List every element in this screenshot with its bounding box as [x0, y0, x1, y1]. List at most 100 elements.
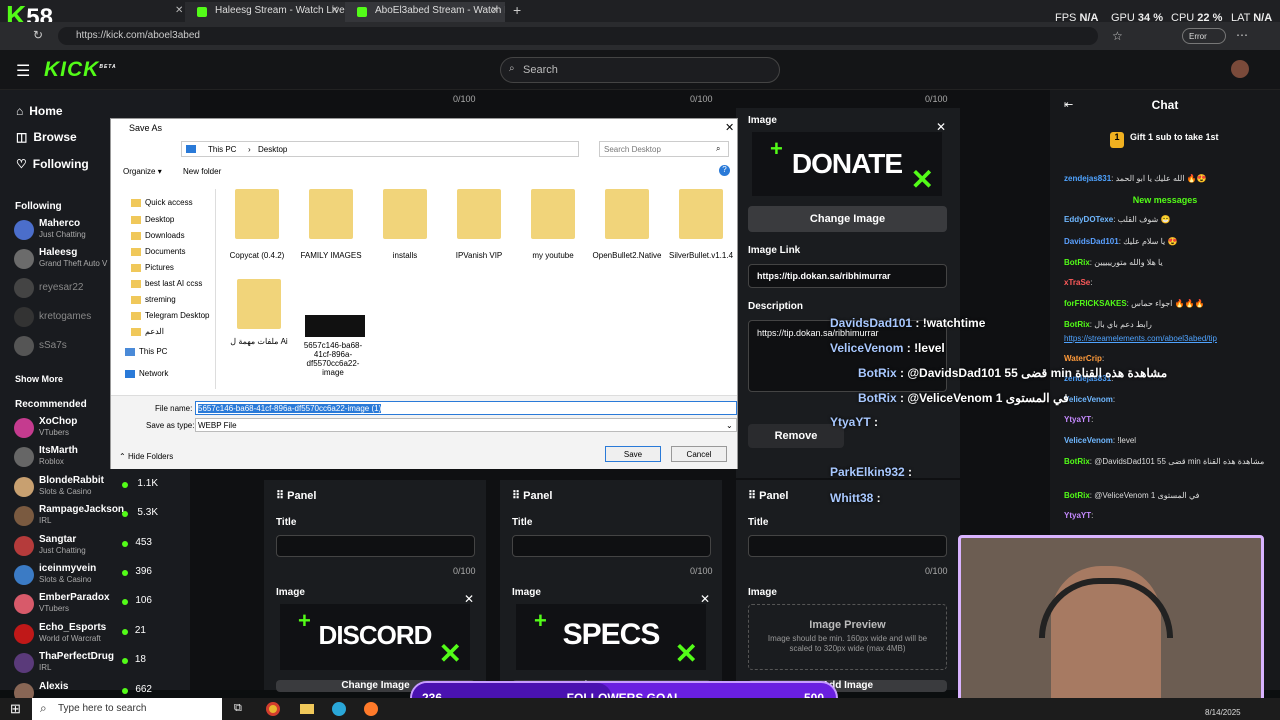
- gift-sub-banner[interactable]: 1 Gift 1 sub to take 1st: [1110, 132, 1270, 150]
- remove-image-close-icon[interactable]: ✕: [464, 592, 474, 606]
- file-label[interactable]: FAMILY IMAGES: [296, 251, 366, 260]
- file-label[interactable]: my youtube: [518, 251, 588, 260]
- search-input[interactable]: ⌕ Search: [500, 57, 780, 83]
- remove-image-close-icon[interactable]: ✕: [936, 120, 946, 134]
- panel-drag-handle[interactable]: ⠿ Panel: [276, 489, 316, 502]
- folder-icon[interactable]: [679, 189, 723, 239]
- chat-username[interactable]: xTraSe: [1064, 278, 1090, 287]
- folder-icon[interactable]: [237, 279, 281, 329]
- save-button[interactable]: Save: [605, 446, 661, 462]
- tab-aboel3abed[interactable]: AboEl3abed Stream - Watch Live✕: [345, 2, 505, 22]
- address-input[interactable]: https://kick.com/aboel3abed: [58, 27, 1098, 45]
- chrome-icon[interactable]: [266, 702, 280, 716]
- file-label[interactable]: ملفات مهمة ل Ai: [224, 337, 294, 346]
- nav-home[interactable]: ⌂ Home: [16, 104, 63, 118]
- nav-tree-item[interactable]: Network: [125, 369, 168, 378]
- remove-image-close-icon[interactable]: ✕: [700, 592, 710, 606]
- sidebar-recommended-item[interactable]: RampageJackson IRL 5.3K: [14, 503, 184, 529]
- nav-tree-item[interactable]: Pictures: [131, 263, 174, 272]
- edge-icon[interactable]: [332, 702, 346, 716]
- firefox-icon[interactable]: [364, 702, 378, 716]
- organize-menu[interactable]: Organize ▾: [123, 167, 162, 176]
- hide-folders-toggle[interactable]: ⌃ Hide Folders: [119, 452, 173, 461]
- nav-tree-item[interactable]: best last AI ccss: [131, 279, 202, 288]
- breadcrumb-this-pc[interactable]: This PC: [208, 145, 236, 154]
- cancel-button[interactable]: Cancel: [671, 446, 727, 462]
- tab-close-icon[interactable]: ✕: [331, 5, 339, 16]
- description-textarea[interactable]: https://tip.dokan.sa/ribhimurrar: [748, 320, 947, 392]
- chat-username[interactable]: BotRix: [1064, 491, 1090, 500]
- file-label[interactable]: 5657c146-ba68-41cf-896a-df5570cc6a22-ima…: [298, 341, 368, 377]
- taskbar-search-input[interactable]: ⌕ Type here to search: [32, 698, 222, 720]
- image-file-thumbnail[interactable]: [305, 315, 365, 337]
- menu-dots-icon[interactable]: ⋯: [1236, 28, 1248, 42]
- chat-username[interactable]: zendejas831: [1064, 174, 1111, 183]
- folder-icon[interactable]: [235, 189, 279, 239]
- title-input[interactable]: [512, 535, 711, 557]
- chat-username[interactable]: WaterCrip: [1064, 354, 1102, 363]
- sidebar-recommended-item[interactable]: BlondeRabbit Slots & Casino 1.1K: [14, 474, 184, 500]
- new-folder-button[interactable]: New folder: [183, 167, 221, 176]
- nav-tree-item[interactable]: Documents: [131, 247, 185, 256]
- error-badge[interactable]: Error: [1182, 28, 1226, 44]
- folder-icon[interactable]: [531, 189, 575, 239]
- nav-tree-item[interactable]: Quick access: [131, 198, 193, 207]
- file-label[interactable]: IPVanish VIP: [444, 251, 514, 260]
- help-icon[interactable]: ?: [719, 165, 730, 176]
- chat-username[interactable]: BotRix: [1064, 320, 1090, 329]
- folder-icon[interactable]: [605, 189, 649, 239]
- file-name-input[interactable]: 5657c146-ba68-41cf-896a-df5570cc6a22-ima…: [195, 401, 737, 415]
- search-desktop-input[interactable]: Search Desktop ⌕: [599, 141, 729, 157]
- change-image-button[interactable]: Change Image: [748, 206, 947, 232]
- folder-icon[interactable]: [309, 189, 353, 239]
- show-more-link[interactable]: Show More: [15, 374, 63, 384]
- file-explorer-icon[interactable]: [300, 704, 314, 714]
- tab-haleesg[interactable]: Haleesg Stream - Watch Live on K✕: [185, 2, 345, 22]
- sidebar-recommended-item[interactable]: iceinmyvein Slots & Casino 396: [14, 562, 184, 588]
- file-label[interactable]: OpenBullet2.Native: [592, 251, 662, 260]
- nav-tree-item[interactable]: This PC: [125, 347, 167, 356]
- nav-tree-item[interactable]: Telegram Desktop: [131, 311, 209, 320]
- panel-drag-handle[interactable]: ⠿ Panel: [512, 489, 552, 502]
- image-link-input[interactable]: https://tip.dokan.sa/ribhimurrar: [748, 264, 947, 288]
- file-label[interactable]: installs: [370, 251, 440, 260]
- hamburger-icon[interactable]: ☰: [16, 61, 30, 81]
- sidebar-recommended-item[interactable]: EmberParadox VTubers 106: [14, 591, 184, 617]
- chat-username[interactable]: forFRICKSAKES: [1064, 299, 1127, 308]
- chat-username[interactable]: BotRix: [1064, 457, 1090, 466]
- sidebar-recommended-item[interactable]: Echo_Esports World of Warcraft 21: [14, 621, 184, 647]
- panel-drag-handle[interactable]: ⠿ Panel: [748, 489, 788, 502]
- nav-tree-item[interactable]: الدعم: [131, 327, 164, 336]
- file-label[interactable]: Copycat (0.4.2): [222, 251, 292, 260]
- star-icon[interactable]: ☆: [1112, 29, 1123, 43]
- image-preview-dropzone[interactable]: Image Preview Image should be min. 160px…: [748, 604, 947, 670]
- nav-tree-item[interactable]: streming: [131, 295, 176, 304]
- nav-following[interactable]: ♡ Following: [16, 157, 89, 171]
- save-as-type-select[interactable]: WEBP File ⌄: [195, 418, 737, 432]
- breadcrumb[interactable]: This PC › Desktop: [181, 141, 579, 157]
- dialog-close-button[interactable]: ✕: [725, 121, 734, 134]
- chat-username[interactable]: YtyaYT: [1064, 511, 1091, 520]
- chat-username[interactable]: BotRix: [1064, 258, 1090, 267]
- avatar[interactable]: [1231, 60, 1249, 78]
- new-tab-button[interactable]: +: [513, 2, 521, 18]
- nav-browse[interactable]: ◫ Browse: [16, 130, 77, 144]
- chat-username[interactable]: EddyDOTexe: [1064, 215, 1113, 224]
- sidebar-recommended-item[interactable]: ThaPerfectDrug IRL 18: [14, 650, 184, 676]
- chat-username[interactable]: DavidsDad101: [1064, 237, 1119, 246]
- title-input[interactable]: [276, 535, 475, 557]
- tab-close-icon[interactable]: ✕: [175, 5, 183, 16]
- tab-close-icon[interactable]: ✕: [491, 5, 499, 16]
- title-input[interactable]: [748, 535, 947, 557]
- nav-tree-item[interactable]: Downloads: [131, 231, 185, 240]
- kick-logo[interactable]: KICKBETA: [44, 58, 117, 82]
- nav-tree-item[interactable]: Desktop: [131, 215, 174, 224]
- task-view-icon[interactable]: ⧉: [234, 702, 242, 715]
- start-icon[interactable]: ⊞: [10, 701, 21, 717]
- breadcrumb-desktop[interactable]: Desktop: [258, 145, 287, 154]
- folder-icon[interactable]: [457, 189, 501, 239]
- sidebar-recommended-item[interactable]: Sangtar Just Chatting 453: [14, 533, 184, 559]
- chat-username[interactable]: VeliceVenom: [1064, 395, 1113, 404]
- folder-icon[interactable]: [383, 189, 427, 239]
- chat-username[interactable]: YtyaYT: [1064, 415, 1091, 424]
